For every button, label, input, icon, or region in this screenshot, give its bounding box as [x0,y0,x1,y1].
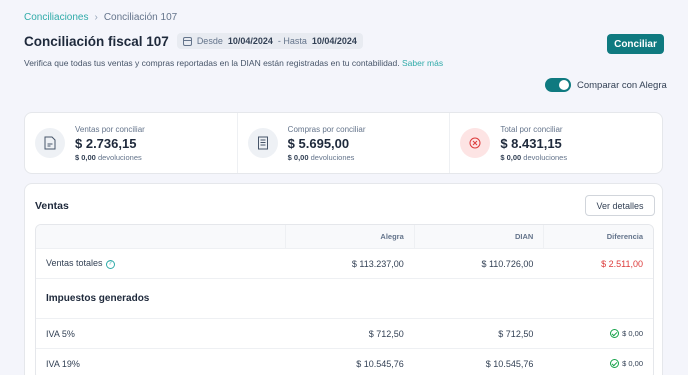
date-sep: - Hasta [277,36,307,46]
compare-toggle[interactable] [545,78,571,92]
summary-value: $ 2.736,15 [75,135,137,151]
date-to: 10/04/2024 [311,36,357,46]
cell-diferencia: $ 0,00 [543,319,653,348]
date-range-chip: Desde 10/04/2024 - Hasta 10/04/2024 [176,33,363,49]
document-icon [35,128,65,158]
summary-card: Ventas por conciliar $ 2.736,15 $ 0,00 d… [24,112,663,174]
summary-sub: $ 0,00 devoluciones [75,152,142,162]
summary-label: Compras por conciliar [287,124,366,134]
close-circle-icon [460,128,491,158]
cell-alegra: $ 10.545,76 [356,358,404,369]
header-cell-diferencia: Diferencia [543,225,653,248]
table-header: Alegra DIAN Diferencia [36,225,653,249]
summary-label: Total por conciliar [500,124,563,134]
table-row: Ventas totales? $ 113.237,00 $ 110.726,0… [36,249,653,279]
title-row: Conciliación fiscal 107 Desde 10/04/2024… [24,33,363,49]
summary-compras: Compras por conciliar $ 5.695,00 $ 0,00 … [238,113,451,173]
compare-toggle-label: Comparar con Alegra [577,79,667,91]
check-circle-icon [610,329,620,338]
cell-dian: $ 110.726,00 [481,258,534,269]
cell-alegra: $ 113.237,00 [351,258,404,269]
header-cell-dian: DIAN [413,225,544,248]
summary-value: $ 5.695,00 [287,135,350,151]
ver-detalles-button[interactable]: Ver detalles [585,195,655,216]
date-from: 10/04/2024 [227,36,273,46]
summary-sub: $ 0,00 devoluciones [287,152,355,162]
summary-total: Total por conciliar $ 8.431,15 $ 0,00 de… [450,113,662,173]
row-label: Ventas totales? [36,258,285,269]
cell-dian: $ 10.545,76 [485,358,534,369]
breadcrumb: Conciliaciones › Conciliación 107 [24,12,177,23]
summary-label: Ventas por conciliar [75,124,145,134]
section-title: Impuestos generados [46,293,150,304]
cell-diferencia: $ 2.511,00 [601,258,643,269]
compare-toggle-row: Comparar con Alegra [545,78,667,92]
table-row: IVA 19% $ 10.545,76 $ 10.545,76 $ 0,00 [36,349,653,375]
help-icon[interactable]: ? [105,259,115,269]
breadcrumb-link-conciliaciones[interactable]: Conciliaciones [24,12,88,23]
breadcrumb-current: Conciliación 107 [103,12,178,23]
chevron-right-icon: › [94,12,98,23]
cell-diferencia: $ 0,00 [543,349,653,375]
cell-alegra: $ 712,50 [368,328,404,339]
check-circle-icon [610,359,620,368]
section-row: Impuestos generados [36,279,653,319]
header-cell-alegra: Alegra [285,225,414,248]
ventas-table: Alegra DIAN Diferencia Ventas totales? $… [35,224,654,375]
ventas-card: Ventas Ver detalles Alegra DIAN Diferenc… [24,183,663,375]
summary-ventas: Ventas por conciliar $ 2.736,15 $ 0,00 d… [25,113,238,173]
date-from-label: Desde [196,36,223,46]
cell-dian: $ 712,50 [498,328,534,339]
row-label: IVA 5% [46,328,75,339]
ventas-title: Ventas [35,200,69,212]
learn-more-link[interactable]: Saber más [402,58,443,68]
receipt-icon [247,128,278,158]
calendar-icon [182,36,192,46]
summary-sub: $ 0,00 devoluciones [500,152,568,162]
conciliar-button[interactable]: Conciliar [607,34,664,54]
summary-value: $ 8.431,15 [500,135,562,151]
page-title: Conciliación fiscal 107 [24,33,169,49]
subtitle-text: Verifica que todas tus ventas y compras … [24,58,400,68]
page-subtitle: Verifica que todas tus ventas y compras … [24,58,443,68]
row-label: IVA 19% [46,358,80,369]
table-row: IVA 5% $ 712,50 $ 712,50 $ 0,00 [36,319,653,349]
